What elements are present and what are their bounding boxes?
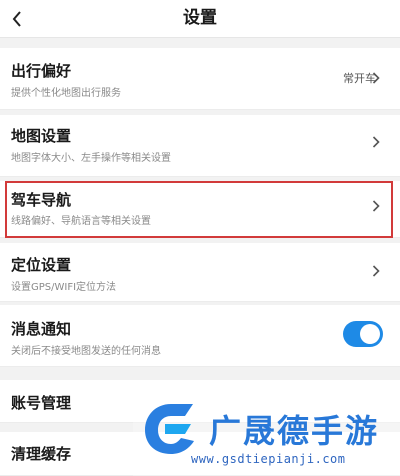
row-title: 出行偏好 — [11, 62, 72, 80]
row-title: 清理缓存 — [11, 445, 72, 463]
row-subtitle: 设置GPS/WIFI定位方法 — [11, 282, 117, 293]
row-title: 账号管理 — [11, 394, 72, 412]
settings-row-clear-cache[interactable]: 清理缓存 — [0, 432, 400, 476]
row-subtitle: 线路偏好、导航语言等相关设置 — [11, 216, 151, 227]
chevron-right-icon — [372, 200, 380, 212]
notification-toggle[interactable] — [343, 321, 383, 347]
settings-row-driving-navigation[interactable]: 驾车导航 线路偏好、导航语言等相关设置 — [0, 181, 400, 238]
row-title: 消息通知 — [11, 320, 72, 338]
chevron-right-icon — [372, 72, 380, 84]
settings-row-message-notification: 消息通知 关闭后不接受地图发送的任何消息 — [0, 305, 400, 367]
row-subtitle: 提供个性化地图出行服务 — [11, 88, 121, 99]
row-title: 定位设置 — [11, 256, 72, 274]
chevron-right-icon — [372, 136, 380, 148]
row-subtitle: 地图字体大小、左手操作等相关设置 — [11, 153, 171, 164]
row-title: 驾车导航 — [11, 191, 72, 209]
chevron-left-icon — [12, 10, 21, 27]
settings-row-map-settings[interactable]: 地图设置 地图字体大小、左手操作等相关设置 — [0, 115, 400, 177]
settings-row-location-settings[interactable]: 定位设置 设置GPS/WIFI定位方法 — [0, 243, 400, 302]
page-title: 设置 — [183, 8, 217, 28]
back-button[interactable] — [0, 0, 34, 37]
toggle-knob — [360, 324, 380, 344]
row-title: 地图设置 — [11, 127, 72, 145]
top-bar: 设置 — [0, 0, 400, 38]
chevron-right-icon — [372, 265, 380, 277]
settings-row-travel-preference[interactable]: 出行偏好 提供个性化地图出行服务 常开车 — [0, 48, 400, 110]
settings-row-account-management[interactable]: 账号管理 — [0, 380, 400, 423]
row-subtitle: 关闭后不接受地图发送的任何消息 — [11, 346, 161, 357]
